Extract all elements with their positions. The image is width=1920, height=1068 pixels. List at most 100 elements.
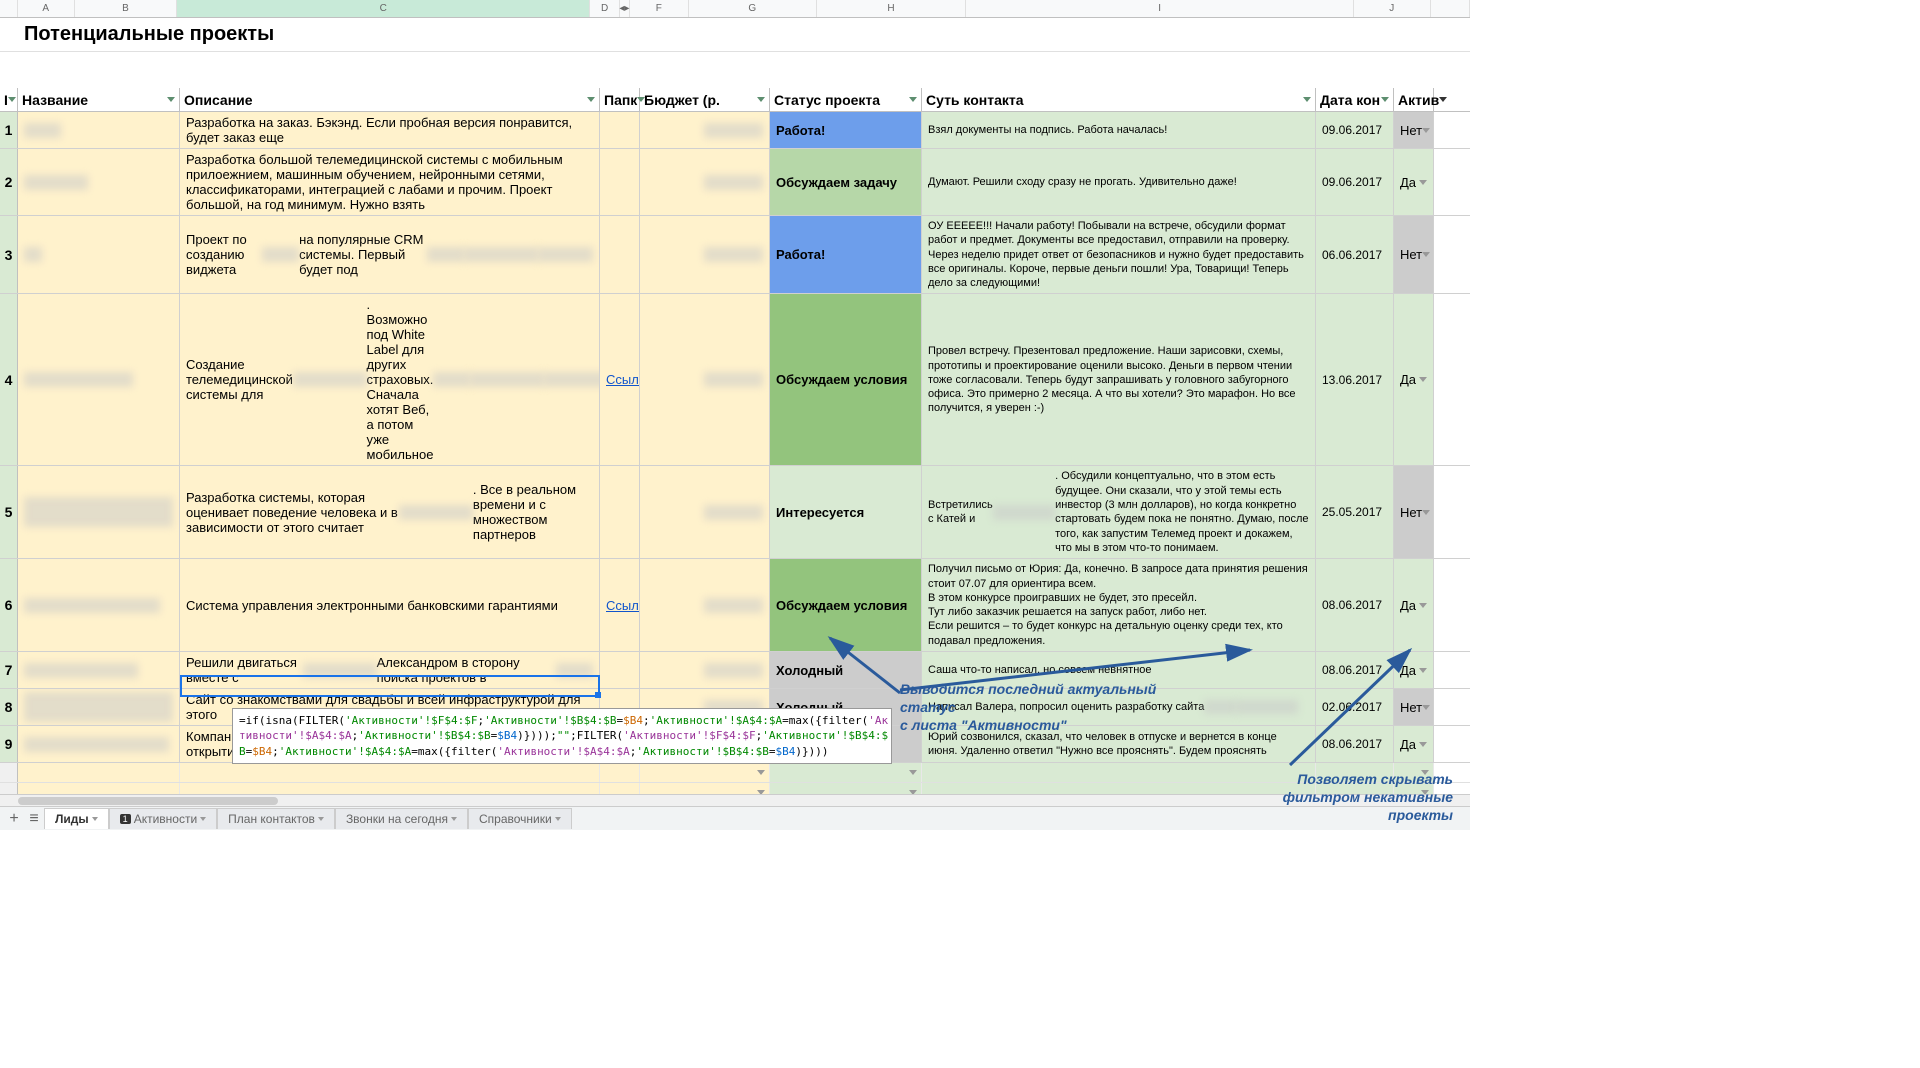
cell-contact[interactable]: Думают. Решили сходу сразу не прогать. У… <box>922 149 1316 215</box>
cell-contact[interactable]: Провел встречу. Презентовал предложение.… <box>922 294 1316 465</box>
cell-budget[interactable]: ██ ████ <box>640 559 770 651</box>
cell-name[interactable]: ████ <box>18 112 180 148</box>
cell-status[interactable]: Работа! <box>770 216 922 293</box>
chevron-down-icon[interactable] <box>555 817 561 821</box>
cell-contact[interactable]: ОУ ЕЕЕЕЕ!!! Начали работу! Побывали на в… <box>922 216 1316 293</box>
cell-active-dropdown[interactable]: Нет <box>1394 112 1434 148</box>
cell-active-dropdown[interactable]: Да <box>1394 559 1434 651</box>
dropdown-arrow-icon[interactable] <box>1422 705 1430 710</box>
cell-name[interactable]: ████████ ████████ ████ <box>18 689 180 725</box>
dropdown-arrow-icon[interactable] <box>1422 252 1430 257</box>
row-number[interactable]: 2 <box>0 149 18 215</box>
cell-description[interactable]: Проект по созданию виджета ████ на попул… <box>180 216 600 293</box>
col-header-g[interactable]: G <box>689 0 817 17</box>
cell-budget[interactable]: ██ ████ <box>640 149 770 215</box>
cell-date[interactable]: 09.06.2017 <box>1316 149 1394 215</box>
filter-icon[interactable] <box>1303 97 1311 102</box>
col-header-d[interactable]: D <box>590 0 620 17</box>
dropdown-arrow-icon[interactable] <box>1419 180 1427 185</box>
cell-budget[interactable]: ██ ████ <box>640 466 770 558</box>
cell-name[interactable]: ██ <box>18 216 180 293</box>
dropdown-arrow-icon[interactable] <box>1422 128 1430 133</box>
cell-active-dropdown[interactable]: Да <box>1394 652 1434 688</box>
filter-icon[interactable] <box>587 97 595 102</box>
col-header-b[interactable]: B <box>75 0 177 17</box>
cell-date[interactable]: 08.06.2017 <box>1316 726 1394 762</box>
cell-name[interactable]: ████ ████ ██████ <box>18 559 180 651</box>
row-number[interactable]: 6 <box>0 559 18 651</box>
cell-contact[interactable]: Получил письмо от Юрия: Да, конечно. В з… <box>922 559 1316 651</box>
row-number[interactable]: 3 <box>0 216 18 293</box>
cell-contact[interactable]: Взял документы на подпись. Работа начала… <box>922 112 1316 148</box>
cell-active-dropdown[interactable]: Да <box>1394 726 1434 762</box>
chevron-down-icon[interactable] <box>200 817 206 821</box>
cell-name[interactable]: ███ ████████ ████ <box>18 726 180 762</box>
cell-name[interactable]: ███████ <box>18 149 180 215</box>
header-status[interactable]: Статус проекта <box>770 88 922 111</box>
cell-active-dropdown[interactable]: Да <box>1394 294 1434 465</box>
header-folder[interactable]: Папк <box>600 88 640 111</box>
sheet-tab-активности[interactable]: 1Активности <box>109 808 217 829</box>
col-header-i[interactable]: I <box>966 0 1354 17</box>
col-header-h[interactable]: H <box>817 0 967 17</box>
filter-icon[interactable] <box>8 97 16 102</box>
cell-date[interactable]: 25.05.2017 <box>1316 466 1394 558</box>
cell-name[interactable]: ████████ ████████ <box>18 466 180 558</box>
dropdown-arrow-icon[interactable] <box>1419 742 1427 747</box>
cell-date[interactable]: 09.06.2017 <box>1316 112 1394 148</box>
cell-active-dropdown[interactable]: Нет <box>1394 216 1434 293</box>
scrollbar-thumb[interactable] <box>18 797 278 805</box>
row-number[interactable]: 7 <box>0 652 18 688</box>
cell-name[interactable]: ███ ████ ████ <box>18 294 180 465</box>
row-number[interactable]: 4 <box>0 294 18 465</box>
dropdown-arrow-icon[interactable] <box>1419 377 1427 382</box>
chevron-down-icon[interactable] <box>318 817 324 821</box>
dropdown-arrow-icon[interactable] <box>1422 510 1430 515</box>
filter-icon[interactable] <box>167 97 175 102</box>
cell-active-dropdown[interactable]: Нет <box>1394 466 1434 558</box>
filter-icon[interactable] <box>909 97 917 102</box>
cell-budget[interactable]: ██ ████ <box>640 112 770 148</box>
cell-budget[interactable]: ██ ████ <box>640 294 770 465</box>
cell-status[interactable]: Обсуждаем условия <box>770 294 922 465</box>
sheet-tab-звонки-на-сегодня[interactable]: Звонки на сегодня <box>335 808 468 829</box>
sheet-tab-план-контактов[interactable]: План контактов <box>217 808 335 829</box>
cell-folder-link[interactable]: Ссылка <box>600 559 640 651</box>
row-number[interactable]: 1 <box>0 112 18 148</box>
cell-description[interactable]: Разработка на заказ. Бэкэнд. Если пробна… <box>180 112 600 148</box>
cell-description[interactable]: Создание телемедицинской системы для ███… <box>180 294 600 465</box>
cell-name[interactable]: ████████ ████ <box>18 652 180 688</box>
header-date[interactable]: Дата кон <box>1316 88 1394 111</box>
cell-description[interactable]: Разработка большой телемедицинской систе… <box>180 149 600 215</box>
cell-description[interactable]: Система управления электронными банковск… <box>180 559 600 651</box>
header-name[interactable]: Название <box>18 88 180 111</box>
cell-contact[interactable]: Встретились с Катей и ████████. Обсудили… <box>922 466 1316 558</box>
row-number[interactable]: 8 <box>0 689 18 725</box>
all-sheets-button[interactable]: ≡ <box>24 809 44 829</box>
dropdown-arrow-icon[interactable] <box>1419 603 1427 608</box>
cell-status[interactable]: Обсуждаем условия <box>770 559 922 651</box>
cell-description[interactable]: Решили двигаться вместе с ████████ Алекс… <box>180 652 600 688</box>
cell-date[interactable]: 06.06.2017 <box>1316 216 1394 293</box>
add-sheet-button[interactable]: + <box>4 809 24 829</box>
row-number[interactable]: 5 <box>0 466 18 558</box>
col-header-j[interactable]: J <box>1354 0 1431 17</box>
row-number[interactable]: 9 <box>0 726 18 762</box>
header-contact[interactable]: Суть контакта <box>922 88 1316 111</box>
cell-status[interactable]: Обсуждаем задачу <box>770 149 922 215</box>
sheet-tab-справочники[interactable]: Справочники <box>468 808 572 829</box>
sheet-tab-лиды[interactable]: Лиды <box>44 808 109 829</box>
chevron-down-icon[interactable] <box>451 817 457 821</box>
cell-date[interactable]: 08.06.2017 <box>1316 559 1394 651</box>
cell-budget[interactable]: ██ ████ <box>640 652 770 688</box>
col-header-e[interactable]: ◂▸ <box>620 0 630 17</box>
corner-cell[interactable] <box>0 0 18 17</box>
cell-date[interactable]: 13.06.2017 <box>1316 294 1394 465</box>
cell-status[interactable]: Интересуется <box>770 466 922 558</box>
cell-folder-link[interactable]: Ссылка <box>600 294 640 465</box>
col-header-f[interactable]: F <box>630 0 689 17</box>
col-header-k[interactable] <box>1431 0 1470 17</box>
chevron-down-icon[interactable] <box>92 817 98 821</box>
cell-active-dropdown[interactable]: Да <box>1394 149 1434 215</box>
cell-budget[interactable]: ██ ████ <box>640 216 770 293</box>
